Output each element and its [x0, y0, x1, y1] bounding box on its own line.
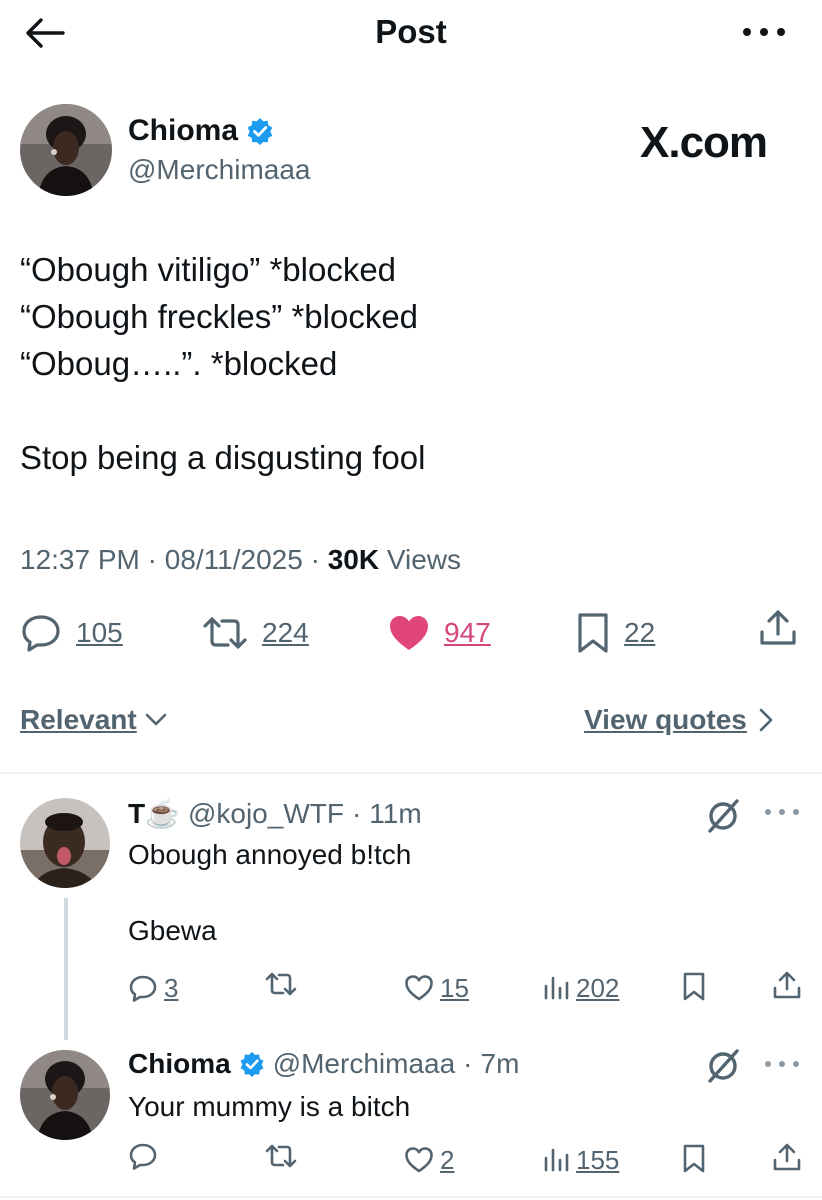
- reply-header: T☕️ @kojo_WTF · 11m: [128, 796, 422, 832]
- reply-header: Chioma @Merchimaaa · 7m: [128, 1046, 519, 1082]
- view-quotes-label: View quotes: [584, 704, 747, 735]
- thread-line: [64, 898, 68, 1040]
- reply-text: Obough annoyed b!tch Gbewa: [128, 836, 411, 950]
- heart-icon: [405, 975, 433, 1001]
- author-name[interactable]: Chioma: [128, 112, 238, 150]
- bookmark-button[interactable]: 22: [576, 608, 655, 658]
- more-horizontal-icon: [765, 809, 799, 815]
- reply-line: [128, 874, 411, 912]
- sort-label: Relevant: [20, 704, 137, 735]
- post-meta: 12:37 PM · 08/11/2025 · 30K Views: [20, 544, 462, 575]
- reply-more-button[interactable]: [764, 808, 800, 816]
- reply-line: Your mummy is a bitch: [128, 1091, 411, 1122]
- reply-repost-button[interactable]: [264, 970, 304, 998]
- reply-share-button[interactable]: [772, 1142, 802, 1172]
- reply-reply-button[interactable]: [128, 1142, 164, 1170]
- like-button[interactable]: 947: [388, 608, 491, 658]
- bookmark-icon: [683, 1144, 705, 1173]
- reply-like-count: 15: [440, 973, 469, 1003]
- reply-more-button[interactable]: [764, 1060, 800, 1068]
- chevron-right-icon: [759, 708, 773, 732]
- post-line: “Oboug…..”. *blocked: [20, 345, 338, 382]
- reply-icon: [129, 975, 157, 1002]
- bookmark-icon: [683, 972, 705, 1001]
- grok-button[interactable]: [704, 1048, 742, 1084]
- reply-time[interactable]: 7m: [481, 1046, 520, 1082]
- reply-like-button[interactable]: 15: [404, 970, 469, 1006]
- views-count: 30K: [327, 544, 380, 575]
- reply-bookmark-button[interactable]: [682, 972, 706, 1002]
- reply-avatar[interactable]: [20, 1050, 110, 1140]
- author-avatar[interactable]: [20, 104, 112, 196]
- divider: [0, 1196, 822, 1198]
- chevron-down-icon: [145, 713, 167, 726]
- more-horizontal-icon: [765, 1061, 799, 1067]
- brand-watermark: X.com: [640, 118, 768, 167]
- grok-icon: [708, 1049, 739, 1083]
- reply-line: Obough annoyed b!tch: [128, 839, 412, 870]
- reply-views-count: 202: [576, 973, 620, 1003]
- reply-author-name[interactable]: T☕️: [128, 796, 180, 832]
- bookmark-count: 22: [624, 617, 656, 648]
- post-line: “Obough freckles” *blocked: [20, 298, 419, 335]
- reply-reply-button[interactable]: 3: [128, 970, 178, 1006]
- share-icon: [773, 971, 801, 999]
- reply-avatar[interactable]: [20, 798, 110, 888]
- reply-reply-count: 3: [164, 973, 179, 1003]
- divider: [0, 772, 822, 774]
- repost-icon: [265, 972, 297, 996]
- reply-author-handle[interactable]: @kojo_WTF: [188, 796, 344, 832]
- reply-share-button[interactable]: [772, 970, 802, 1000]
- reply-line: Gbewa: [128, 915, 217, 946]
- author-handle[interactable]: @Merchimaaa: [128, 152, 310, 188]
- post-line: Stop being a disgusting fool: [20, 439, 426, 476]
- share-icon: [760, 610, 796, 645]
- more-horizontal-icon: [743, 28, 785, 36]
- post-date[interactable]: 08/11/2025: [165, 544, 303, 575]
- post-line: “Obough vitiligo” *blocked: [20, 251, 397, 288]
- post-text: “Obough vitiligo” *blocked “Obough freck…: [20, 246, 780, 481]
- post-line: [20, 387, 780, 434]
- reply-views-count: 155: [576, 1145, 620, 1175]
- analytics-icon: [544, 1148, 569, 1172]
- repost-icon: [265, 1144, 297, 1168]
- repost-button[interactable]: 224: [202, 608, 309, 658]
- reply-author-handle[interactable]: @Merchimaaa: [273, 1046, 455, 1082]
- grok-icon: [708, 799, 739, 833]
- sort-dropdown[interactable]: Relevant: [20, 700, 167, 740]
- analytics-icon: [544, 976, 569, 1000]
- verified-badge-icon: [247, 118, 273, 145]
- reply-like-button[interactable]: 2: [404, 1142, 454, 1178]
- more-options-button[interactable]: [734, 12, 794, 52]
- reply-repost-button[interactable]: [264, 1142, 304, 1170]
- verified-badge-icon: [240, 1051, 264, 1077]
- reply-like-count: 2: [440, 1145, 455, 1175]
- reply-time[interactable]: 11m: [369, 796, 421, 832]
- like-count: 947: [444, 617, 491, 648]
- views-label: Views: [386, 544, 462, 575]
- reply-views-button[interactable]: 155: [542, 1142, 619, 1178]
- reply-text: Your mummy is a bitch: [128, 1088, 410, 1126]
- post-time[interactable]: 12:37 PM: [20, 544, 140, 575]
- reply-button[interactable]: 105: [20, 608, 123, 658]
- bookmark-icon: [578, 613, 608, 653]
- reply-count: 105: [76, 617, 123, 648]
- heart-filled-icon: [390, 616, 428, 650]
- grok-button[interactable]: [704, 798, 742, 834]
- reply-views-button[interactable]: 202: [542, 970, 619, 1006]
- share-icon: [773, 1143, 801, 1171]
- reply-icon: [22, 615, 60, 652]
- reply-icon: [129, 1143, 157, 1170]
- page-title: Post: [375, 13, 447, 50]
- share-button[interactable]: [758, 608, 798, 648]
- reply-bookmark-button[interactable]: [682, 1144, 706, 1174]
- repost-count: 224: [262, 617, 309, 648]
- repost-icon: [203, 617, 247, 649]
- view-quotes-link[interactable]: View quotes: [584, 700, 773, 740]
- heart-icon: [405, 1147, 433, 1173]
- reply-author-name[interactable]: Chioma: [128, 1046, 231, 1082]
